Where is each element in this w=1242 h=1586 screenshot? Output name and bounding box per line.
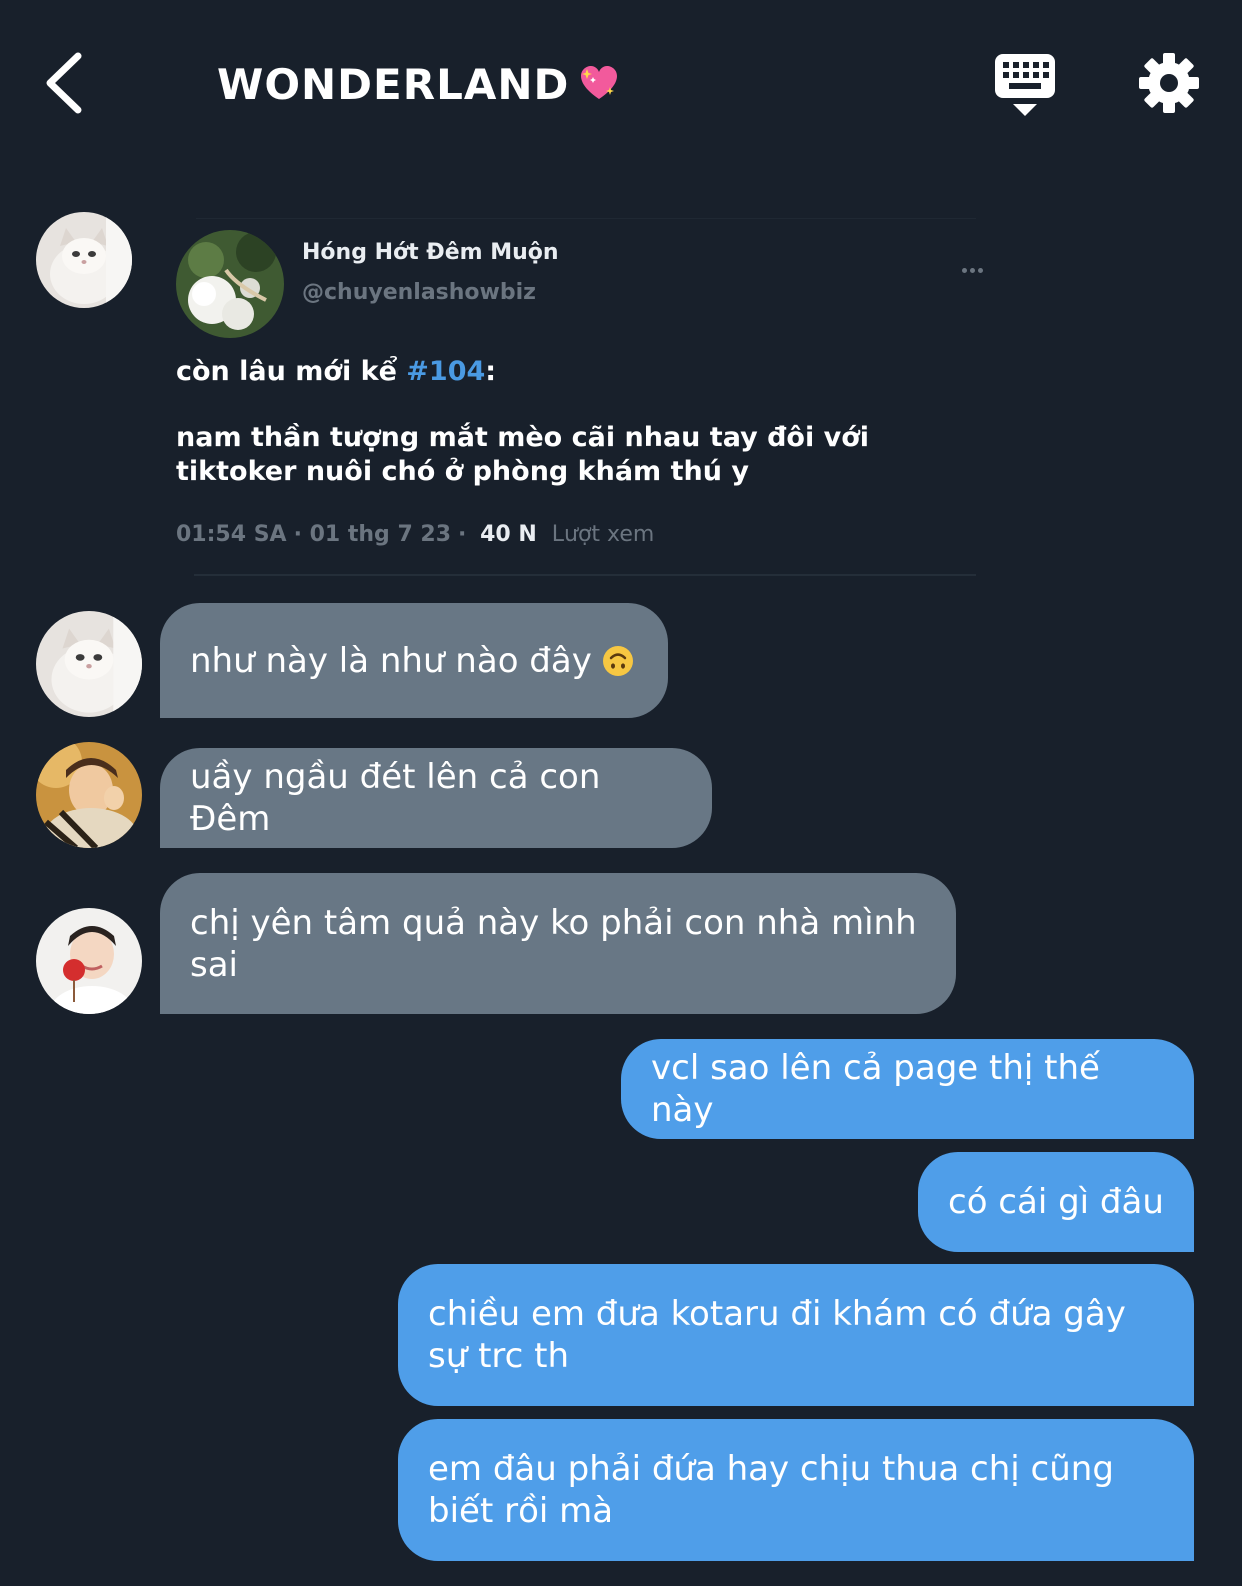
settings-button[interactable] <box>1138 52 1200 114</box>
message-bubble-outgoing[interactable]: em đâu phải đứa hay chịu thua chị cũng b… <box>398 1419 1194 1561</box>
message-bubble-incoming[interactable]: uầy ngầu đét lên cả con Đêm <box>160 748 712 848</box>
views-label: Lượt xem <box>551 522 655 547</box>
message-text: chiều em đưa kotaru đi khám có đứa gây s… <box>428 1294 1126 1376</box>
ellipsis-dot <box>970 268 975 273</box>
avatar-cat[interactable] <box>36 611 142 717</box>
avatar-boy-fur[interactable] <box>36 742 142 848</box>
message-bubble-incoming[interactable]: như này là như nào đây <box>160 603 668 718</box>
meta-separator: · <box>458 522 475 547</box>
gear-icon <box>1139 53 1199 113</box>
ellipsis-dot <box>978 268 983 273</box>
back-button[interactable] <box>40 48 100 118</box>
views-count: 40 N <box>480 522 537 547</box>
chat-title[interactable]: WONDERLAND <box>217 60 619 109</box>
post-date: 01 thg 7 23 <box>309 522 452 547</box>
message-text: có cái gì đâu <box>948 1182 1164 1222</box>
message-text: chị yên tâm quả này ko phải con nhà mình… <box>190 902 917 985</box>
keyboard-toggle-button[interactable] <box>993 52 1057 118</box>
message-bubble-outgoing[interactable]: vcl sao lên cả page thị thế này <box>621 1039 1194 1139</box>
post-time: 01:54 SA <box>176 522 287 547</box>
avatar-cat[interactable] <box>36 212 132 308</box>
post-headline-text: còn lâu mới kể <box>176 356 407 387</box>
chevron-left-icon <box>46 52 82 114</box>
post-author-name: Hóng Hớt Đêm Muộn <box>302 240 559 265</box>
message-text: uầy ngầu đét lên cả con Đêm <box>190 757 601 839</box>
post-body-text: nam thần tượng mắt mèo cãi nhau tay đôi … <box>176 422 870 487</box>
sparkling-heart-icon <box>581 66 618 99</box>
upside-down-face-icon <box>602 645 633 676</box>
post-meta: 01:54 SA · 01 thg 7 23 · 40 N Lượt xem <box>176 522 654 547</box>
post-author-handle: @chuyenlashowbiz <box>302 280 536 305</box>
post-headline-suffix: : <box>485 356 497 387</box>
avatar-boy-lollipop[interactable] <box>36 908 142 1014</box>
hashtag-link[interactable]: #104 <box>406 356 485 387</box>
ellipsis-dot <box>962 268 967 273</box>
meta-separator: · <box>293 522 310 547</box>
post-headline: còn lâu mới kể #104: <box>176 356 496 387</box>
shared-post-card[interactable]: Hóng Hớt Đêm Muộn @chuyenlashowbiz còn l… <box>176 218 991 583</box>
divider <box>194 574 976 576</box>
chat-header: WONDERLAND <box>0 0 1242 170</box>
message-bubble-outgoing[interactable]: có cái gì đâu <box>918 1152 1194 1252</box>
keyboard-icon <box>995 54 1055 116</box>
message-bubble-outgoing[interactable]: chiều em đưa kotaru đi khám có đứa gây s… <box>398 1264 1194 1406</box>
more-options-button[interactable] <box>962 258 990 273</box>
message-text: em đâu phải đứa hay chịu thua chị cũng b… <box>428 1449 1114 1531</box>
chat-title-text: WONDERLAND <box>217 60 570 109</box>
message-text: như này là như nào đây <box>190 640 592 681</box>
message-text: vcl sao lên cả page thị thế này <box>651 1048 1100 1130</box>
post-author-avatar[interactable] <box>176 230 284 338</box>
message-bubble-incoming[interactable]: chị yên tâm quả này ko phải con nhà mình… <box>160 873 956 1014</box>
divider <box>196 218 976 219</box>
